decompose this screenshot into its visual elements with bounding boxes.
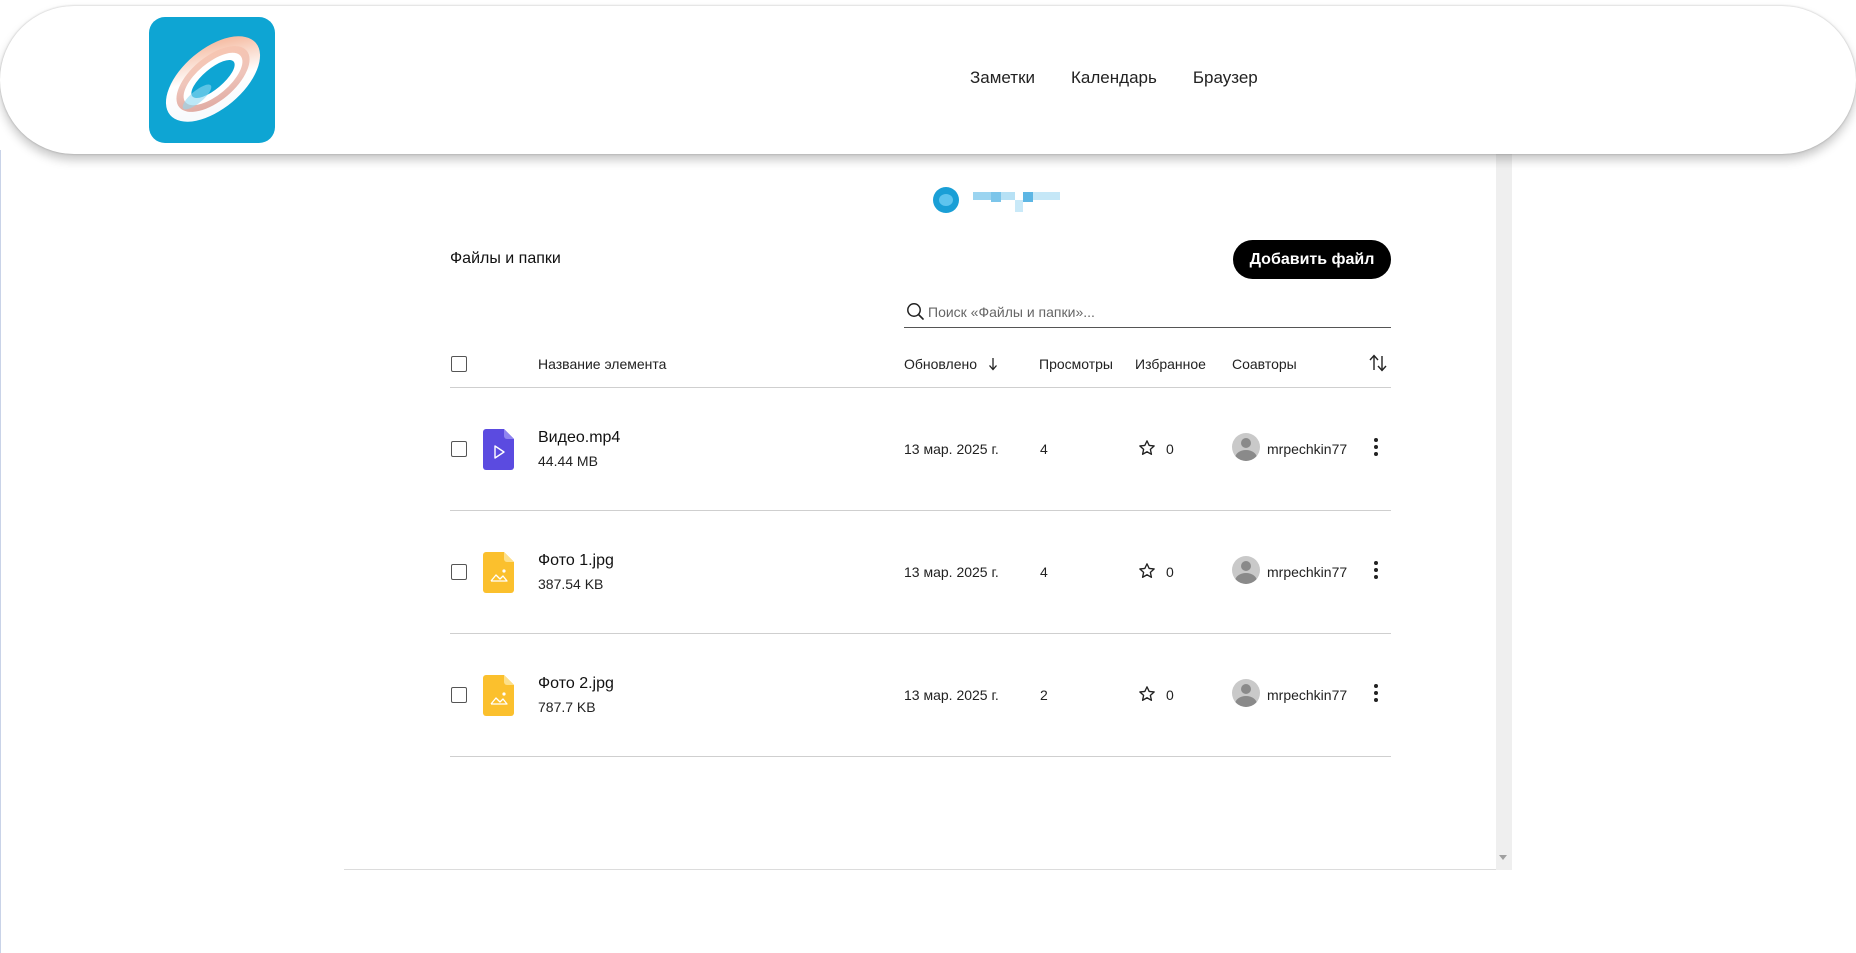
more-vertical-icon[interactable] [1370,438,1382,458]
window-left-edge [0,150,1,953]
coauthor-name[interactable]: mrpechkin77 [1267,687,1347,703]
search-input[interactable] [928,301,1378,323]
avatar [1232,679,1260,707]
column-coauthors[interactable]: Соавторы [1232,356,1297,372]
column-updated[interactable]: Обновлено [904,356,999,372]
avatar [1232,556,1260,584]
file-name[interactable]: Видео.mp4 [538,429,620,447]
star-icon[interactable] [1138,685,1156,703]
file-name[interactable]: Фото 1.jpg [538,552,614,570]
column-favorites[interactable]: Избранное [1135,356,1206,372]
nav-notes[interactable]: Заметки [970,68,1035,88]
views-count: 2 [1040,687,1048,703]
scrollbar[interactable] [1496,150,1512,870]
image-file-icon [483,552,514,593]
coauthor-name[interactable]: mrpechkin77 [1267,441,1347,457]
image-file-icon [483,675,514,716]
views-count: 4 [1040,441,1048,457]
nav-calendar[interactable]: Календарь [1071,68,1157,88]
row-checkbox[interactable] [451,441,467,457]
row-checkbox[interactable] [451,564,467,580]
updated-date: 13 мар. 2025 г. [904,687,999,703]
table-header: Название элемента Обновлено Просмотры Из… [450,348,1391,388]
file-size: 787.7 KB [538,699,596,715]
column-name[interactable]: Название элемента [538,356,666,372]
table-row[interactable]: Фото 1.jpg 387.54 KB 13 мар. 2025 г. 4 0… [450,511,1391,634]
ring-logo-icon [165,36,261,122]
table-row[interactable]: Фото 2.jpg 787.7 KB 13 мар. 2025 г. 2 0 … [450,634,1391,757]
avatar [1232,433,1260,461]
favorites-count: 0 [1166,564,1174,580]
user-avatar[interactable] [933,187,959,213]
more-vertical-icon[interactable] [1370,561,1382,581]
updated-date: 13 мар. 2025 г. [904,441,999,457]
table-row[interactable]: Видео.mp4 44.44 MB 13 мар. 2025 г. 4 0 m… [450,388,1391,511]
select-all-checkbox[interactable] [451,356,467,372]
sort-icon[interactable] [1368,354,1388,372]
file-size: 387.54 KB [538,576,604,592]
add-file-button[interactable]: Добавить файл [1233,240,1391,279]
star-icon[interactable] [1138,562,1156,580]
arrow-down-icon [988,358,997,371]
coauthor-name[interactable]: mrpechkin77 [1267,564,1347,580]
main-nav: Заметки Календарь Браузер [970,68,1294,88]
favorites-count: 0 [1166,687,1174,703]
search-icon [907,303,924,320]
video-file-icon [483,429,514,470]
column-views[interactable]: Просмотры [1039,356,1113,372]
star-icon[interactable] [1138,439,1156,457]
search-field [904,298,1391,328]
section-title: Файлы и папки [450,250,561,267]
more-vertical-icon[interactable] [1370,684,1382,704]
nav-browser[interactable]: Браузер [1193,68,1258,88]
favorites-count: 0 [1166,441,1174,457]
scroll-down-arrow-icon[interactable] [1499,855,1507,860]
views-count: 4 [1040,564,1048,580]
file-name[interactable]: Фото 2.jpg [538,675,614,693]
row-checkbox[interactable] [451,687,467,703]
top-header: Заметки Календарь Браузер [0,6,1856,154]
updated-date: 13 мар. 2025 г. [904,564,999,580]
column-updated-label: Обновлено [904,356,978,372]
file-size: 44.44 MB [538,453,598,469]
app-logo[interactable] [149,17,275,143]
